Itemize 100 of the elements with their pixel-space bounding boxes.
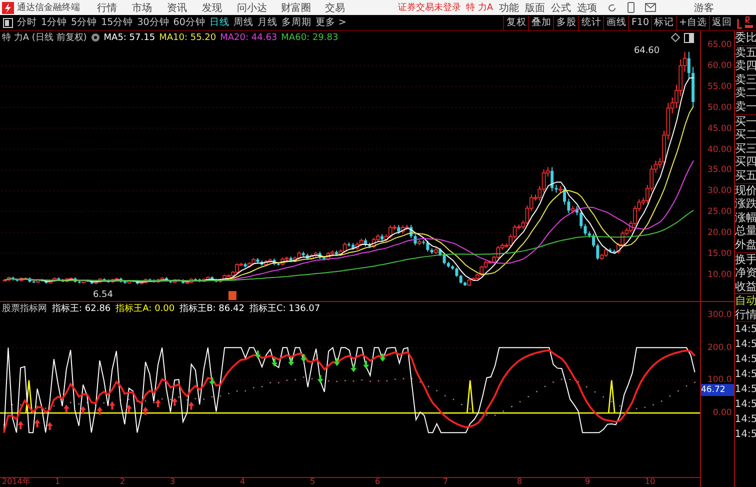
trade-time: 14:5 [734, 383, 756, 398]
indicator-value: 指标王A: 0.00 [116, 302, 175, 315]
current-value-tag: 46.72 [701, 384, 734, 396]
menu-item[interactable]: 行情 [97, 0, 120, 15]
price-axis-label: 55.00 [707, 80, 732, 93]
quote-label: 卖五 [734, 46, 756, 60]
period-tab[interactable]: 多周期 [281, 16, 312, 30]
date-axis-label: 8 [517, 477, 522, 486]
quote-label: 买一 [734, 114, 756, 128]
date-axis-label: 10 [645, 477, 656, 486]
indicator-axis-label: 300.0 [707, 309, 732, 321]
date-axis-label: 7 [443, 477, 448, 486]
menu-item[interactable]: 发现 [202, 0, 225, 15]
indicator-axis-label: 100.0 [707, 374, 732, 386]
indicator-axis-label: 0.00 [712, 407, 732, 420]
quote-label: 净资 [734, 266, 756, 280]
price-axis-label: 60.00 [707, 60, 732, 72]
menu-item[interactable]: 问小达 [237, 0, 269, 15]
toolbar-button[interactable]: 复权 [503, 16, 528, 30]
period-tab[interactable]: 日线 [209, 16, 230, 30]
indicator-value: 指标王: 62.86 [52, 302, 111, 315]
trade-time: 14:5 [734, 398, 756, 412]
toolbar-button[interactable]: 画线 [603, 16, 628, 30]
ma-legend: MA60: 29.83 [281, 32, 338, 43]
toolbar-button[interactable]: F10 [628, 16, 652, 30]
period-tab[interactable]: 分时 [17, 16, 37, 30]
indicator-value: 指标王B: 86.42 [180, 302, 244, 315]
quote-label: 买五 [734, 168, 756, 183]
trade-time: 14:5 [734, 353, 756, 368]
trade-time: 14:5 [734, 323, 756, 338]
quote-mode-label[interactable]: 自动 [734, 294, 756, 308]
tool-menu-item[interactable]: 功能 [499, 0, 520, 15]
quote-label: 卖一 [734, 100, 756, 114]
indicator-axis-label: 200.0 [707, 342, 732, 354]
toolbar-button[interactable]: 标记 [651, 16, 676, 30]
date-axis-label: 9 [585, 477, 590, 486]
quote-label: 买二 [734, 128, 756, 142]
quote-label: 总量 [734, 224, 756, 238]
quote-label: 外盘 [734, 238, 756, 252]
stock-name: 特 力A [466, 2, 494, 14]
menu-item[interactable]: 财富圈 [281, 0, 313, 15]
price-axis-label: 25.00 [707, 206, 732, 218]
quote-label: 换手 [734, 252, 756, 266]
ma-legend: MA10: 55.20 [159, 32, 216, 43]
trade-time: 14:5 [734, 368, 756, 382]
menu-item[interactable]: 资讯 [167, 0, 190, 15]
date-axis-label: 2 [120, 477, 126, 486]
period-tab[interactable]: 月线 [257, 16, 278, 30]
trade-time: 14:5 [734, 413, 756, 428]
tool-menu-item[interactable]: 公式 [551, 0, 572, 15]
indicator-name[interactable]: 股票指标网 [2, 302, 47, 315]
ma-legend: MA20: 44.63 [220, 32, 278, 43]
ma-legend: MA5: 57.15 [104, 32, 156, 43]
price-axis-label: 35.00 [707, 164, 732, 176]
period-tab[interactable]: 1分钟 [41, 16, 68, 30]
date-axis-label: 1 [55, 477, 60, 486]
period-tab[interactable]: 15分钟 [101, 16, 134, 30]
toolbar-button[interactable]: 统计 [578, 16, 604, 30]
date-axis-label: 2014年 [2, 477, 30, 486]
quote-label: 卖二 [734, 86, 756, 100]
price-axis-label: 20.00 [707, 227, 732, 240]
user-name[interactable]: 游客 [694, 0, 714, 15]
menu-item[interactable]: 交易 [325, 0, 348, 15]
toolbar-button[interactable]: +自选 [676, 16, 709, 30]
quote-label: 卖三 [734, 72, 756, 86]
period-tab[interactable]: 60分钟 [173, 16, 206, 30]
trade-time: 14:5 [734, 428, 756, 442]
date-axis-label: 5 [310, 477, 316, 486]
period-tab[interactable]: 5分钟 [71, 16, 98, 30]
quote-label: 涨幅 [734, 210, 756, 224]
quote-label: 收益 [734, 280, 756, 294]
chart-title: 特 力A (日线 前复权) [2, 32, 87, 44]
price-axis-label: 50.00 [707, 102, 732, 114]
quote-label: 买三 [734, 142, 756, 156]
quote-label: 委比 [734, 31, 756, 45]
date-axis-label: 4 [240, 477, 246, 486]
price-axis-label: 30.00 [707, 185, 732, 198]
low-price-label: 6.54 [92, 290, 113, 300]
price-axis-label: 10.00 [707, 268, 732, 281]
price-axis-label: 65.00 [707, 39, 732, 51]
high-price-label: 64.60 [634, 46, 660, 56]
tool-menu-item[interactable]: 选项 [577, 0, 598, 15]
indicator-value: 指标王C: 136.07 [249, 302, 320, 315]
price-axis-label: 40.00 [707, 144, 732, 156]
quote-label: 买四 [734, 155, 756, 169]
toolbar-button[interactable]: 多股 [553, 16, 578, 30]
more-button[interactable]: 更多 > [315, 16, 346, 30]
price-axis-label: 45.00 [707, 122, 732, 135]
app-title: 通达信金融终端 [17, 2, 81, 14]
quote-mode-label[interactable]: 行情 [734, 308, 756, 322]
price-axis-label: 15.00 [707, 248, 732, 260]
menu-item[interactable]: 市场 [132, 0, 155, 15]
trade-time: 14:5 [734, 338, 756, 352]
quote-label: 现价 [734, 184, 756, 198]
tool-menu-item[interactable]: 版面 [525, 0, 546, 15]
period-tab[interactable]: 周线 [233, 16, 254, 30]
date-axis-label: 6 [375, 477, 380, 486]
period-tab[interactable]: 30分钟 [137, 16, 170, 30]
login-status[interactable]: 证券交易未登录 [398, 1, 461, 14]
quote-label: 卖四 [734, 59, 756, 73]
